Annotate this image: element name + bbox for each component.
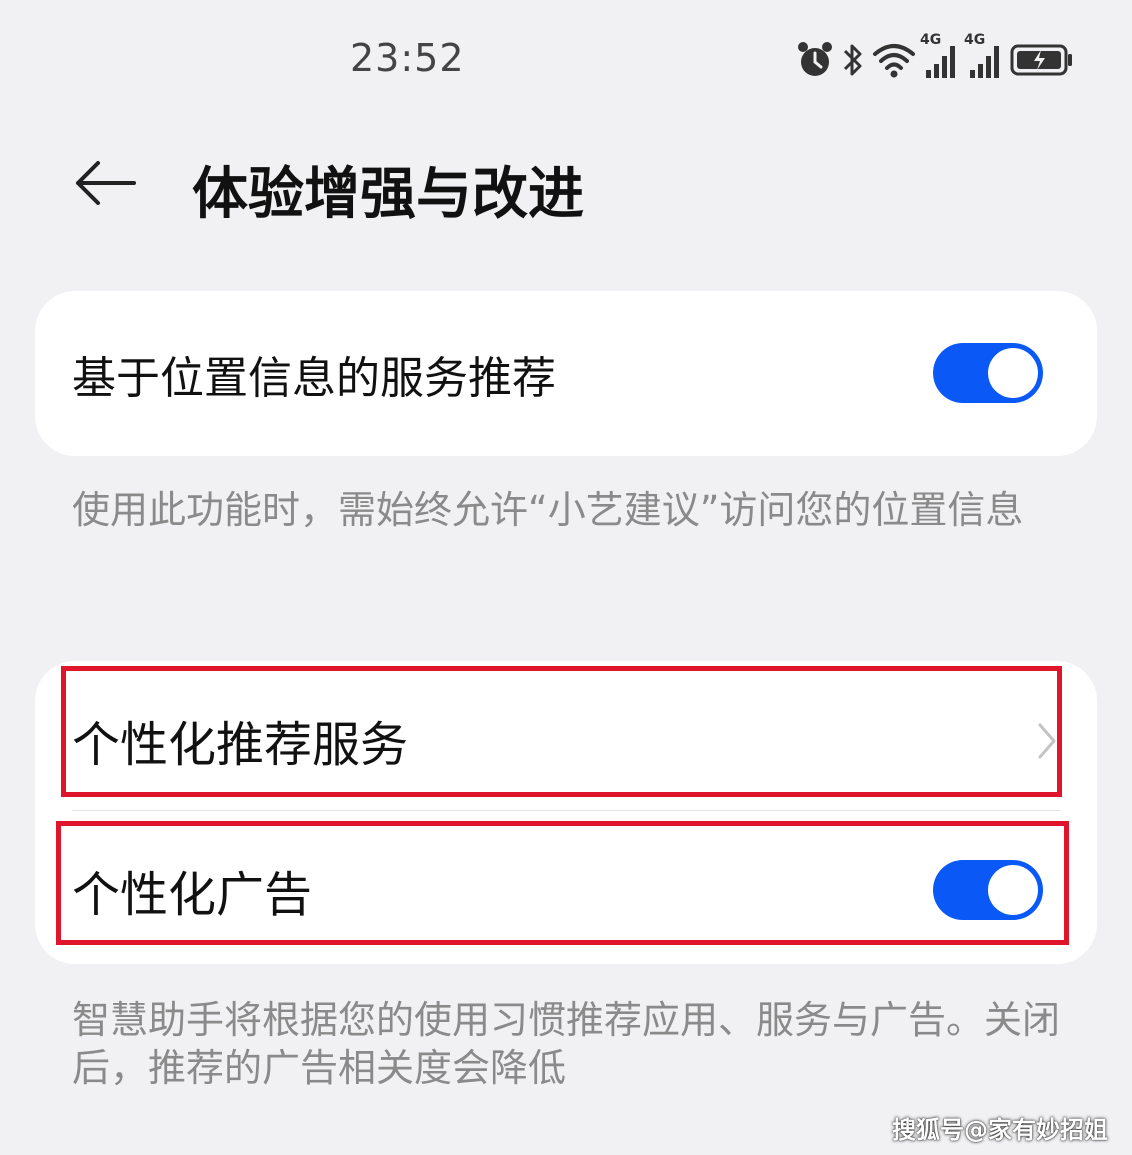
signal-icon: 4G [964, 32, 1004, 80]
location-recommend-row[interactable]: 基于位置信息的服务推荐 [35, 291, 1097, 456]
divider [72, 810, 1060, 811]
status-time: 23:52 [350, 36, 465, 80]
personalized-ads-toggle[interactable] [933, 860, 1043, 920]
settings-card-location: 基于位置信息的服务推荐 [35, 291, 1097, 456]
signal-icon: 4G [920, 32, 960, 80]
alarm-icon [796, 40, 834, 80]
personalized-service-label: 个性化推荐服务 [72, 717, 409, 773]
chevron-right-icon [1037, 721, 1057, 765]
arrow-left-icon [72, 158, 138, 212]
settings-card-personalization: 个性化推荐服务 个性化广告 [35, 661, 1097, 964]
network-type-label: 4G [920, 32, 942, 48]
location-recommend-caption: 使用此功能时，需始终允许“小艺建议”访问您的位置信息 [72, 488, 1024, 532]
personalized-ads-caption: 智慧助手将根据您的使用习惯推荐应用、服务与广告。关闭后，推荐的广告相关度会降低 [72, 998, 1061, 1090]
personalized-ads-label: 个性化广告 [72, 867, 313, 923]
watermark: 搜狐号@家有妙招姐 [892, 1116, 1108, 1144]
page-title: 体验增强与改进 [192, 162, 584, 227]
wifi-icon [872, 40, 916, 80]
header: 体验增强与改进 [0, 135, 1132, 235]
bluetooth-icon [840, 40, 866, 80]
location-recommend-toggle[interactable] [933, 343, 1043, 403]
toggle-knob [988, 348, 1038, 398]
location-recommend-label: 基于位置信息的服务推荐 [72, 352, 556, 404]
toggle-knob [988, 865, 1038, 915]
network-type-label: 4G [964, 32, 986, 48]
personalized-ads-row[interactable]: 个性化广告 [35, 823, 1097, 957]
personalized-service-row[interactable]: 个性化推荐服务 [35, 673, 1097, 807]
status-icons: 4G 4G [796, 32, 1074, 82]
battery-charging-icon [1010, 40, 1074, 80]
back-button[interactable] [60, 145, 150, 225]
